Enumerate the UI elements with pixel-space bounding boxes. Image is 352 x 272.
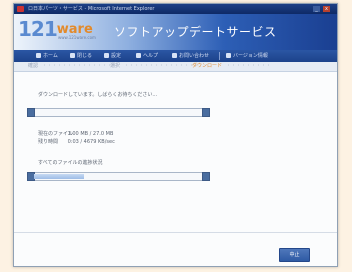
step-select: 選択	[110, 63, 121, 69]
nav-bar: ホーム 閉じる 設定 ヘルプ お問い合わせ バージョン情報	[14, 50, 337, 62]
home-icon	[36, 53, 41, 58]
minimize-button[interactable]: _	[313, 6, 320, 12]
footer-divider	[14, 232, 337, 233]
step-dots: ・・・・・・・・・・・・・・・	[124, 63, 200, 69]
nav-item-version[interactable]: バージョン情報	[226, 52, 268, 60]
total-progress-fill	[34, 174, 84, 179]
close-window-button[interactable]: x	[323, 6, 330, 12]
cancel-button[interactable]: 中止	[279, 248, 310, 262]
app-window: ロ日本パーツ・サービス - Microsoft Internet Explore…	[13, 3, 338, 267]
nav-item-label: バージョン情報	[233, 53, 268, 59]
nav-item-label: 設定	[111, 53, 122, 59]
info-icon	[226, 53, 231, 58]
header-banner: 121ware www.121ware.com ソフトアップデートサービス	[14, 14, 337, 50]
file-progress-bar	[27, 108, 210, 117]
app-icon	[17, 6, 24, 12]
info-row-time-left: 残り時間 0:03 / 4679 KB/sec	[38, 138, 115, 145]
help-icon	[136, 53, 141, 58]
progress-cap-right	[202, 172, 210, 181]
info-value: 1.00 MB / 27.0 MB	[67, 131, 114, 137]
step-dots: ・・・・・・・・・	[226, 63, 272, 69]
nav-item-contact[interactable]: お問い合わせ	[172, 52, 209, 60]
logo-number: 121	[18, 17, 58, 41]
nav-item-label: 閉じる	[77, 53, 93, 59]
progress-cap-right	[202, 108, 210, 117]
gear-icon	[104, 53, 109, 58]
nav-item-label: ホーム	[43, 53, 58, 59]
nav-item-label: お問い合わせ	[179, 53, 210, 59]
window-title: ロ日本パーツ・サービス - Microsoft Internet Explore…	[28, 6, 155, 12]
info-key: 残り時間	[38, 139, 59, 145]
download-panel: ダウンロードしています。しばらくお待ちください... 現在のファイル 1.00 …	[14, 72, 337, 232]
progress-cap-left	[27, 108, 35, 117]
status-text: ダウンロードしています。しばらくお待ちください...	[38, 92, 158, 98]
close-icon	[70, 53, 75, 58]
page-title: ソフトアップデートサービス	[114, 25, 277, 39]
info-value: 0:03 / 4679 KB/sec	[67, 139, 115, 145]
info-row-current-file: 現在のファイル 1.00 MB / 27.0 MB	[38, 130, 113, 137]
info-key: 現在のファイル	[38, 131, 74, 137]
step-indicator: 確認 ・・・・・・・・・・・・・・・ 選択 ・・・・・・・・・・・・・・・ ダウ…	[14, 62, 337, 72]
title-bar: ロ日本パーツ・サービス - Microsoft Internet Explore…	[14, 4, 337, 14]
nav-item-close[interactable]: 閉じる	[70, 52, 92, 60]
step-download: ダウンロード	[192, 63, 223, 69]
step-dots: ・・・・・・・・・・・・・・・	[42, 63, 118, 69]
nav-item-label: ヘルプ	[143, 53, 159, 59]
total-progress-label: すべてのファイルの進捗状況	[38, 160, 103, 166]
brand-logo: 121ware www.121ware.com	[18, 17, 96, 41]
logo-subtitle: www.121ware.com	[58, 35, 96, 40]
nav-item-home[interactable]: ホーム	[36, 52, 58, 60]
step-confirm: 確認	[28, 63, 39, 69]
nav-item-help[interactable]: ヘルプ	[136, 52, 158, 60]
nav-item-settings[interactable]: 設定	[104, 52, 121, 60]
nav-divider	[219, 52, 220, 60]
mail-icon	[172, 53, 177, 58]
total-progress-bar	[27, 172, 210, 181]
